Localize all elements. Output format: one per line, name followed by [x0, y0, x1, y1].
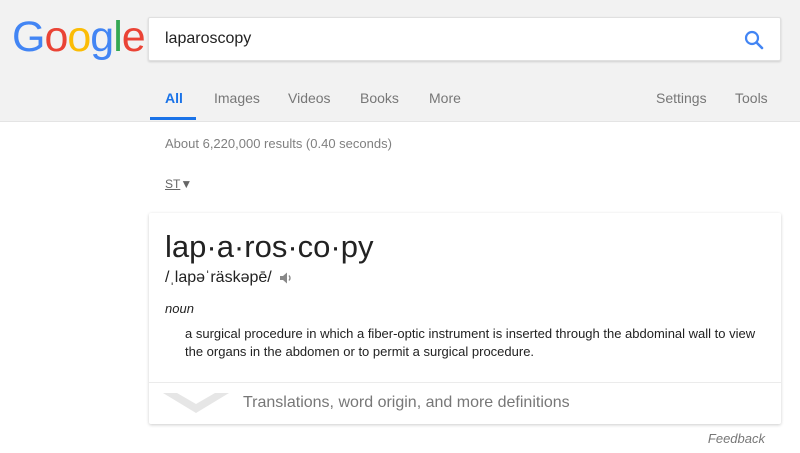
- tab-videos[interactable]: Videos: [288, 90, 331, 106]
- result-stats: About 6,220,000 results (0.40 seconds): [165, 136, 392, 151]
- language-code: ST: [165, 177, 181, 191]
- more-definitions-link[interactable]: Translations, word origin, and more defi…: [243, 394, 570, 412]
- search-tabs: All Images Videos Books More Settings To…: [0, 80, 800, 121]
- logo-letter-2: o: [44, 13, 68, 61]
- phonetic-text: /ˌlapəˈräskəpē/: [165, 269, 272, 286]
- magnifier-icon[interactable]: [742, 28, 766, 52]
- pronunciation-row: /ˌlapəˈräskəpē/: [165, 269, 294, 287]
- chevron-down-icon: [163, 393, 229, 413]
- more-definitions-row[interactable]: Translations, word origin, and more defi…: [149, 383, 781, 424]
- tab-images[interactable]: Images: [214, 90, 260, 106]
- tab-settings[interactable]: Settings: [656, 90, 707, 106]
- definition-text: a surgical procedure in which a fiber-op…: [185, 326, 756, 359]
- logo-letter-5: l: [113, 13, 123, 61]
- logo-letter-1: G: [12, 13, 45, 61]
- logo-letter-6: e: [121, 13, 146, 61]
- tab-books[interactable]: Books: [360, 90, 399, 106]
- tab-more[interactable]: More: [429, 90, 461, 106]
- dictionary-card: lap·a·ros·co·py /ˌlapəˈräskəpē/ noun a s…: [149, 213, 781, 424]
- search-input[interactable]: [149, 18, 725, 60]
- language-toggle[interactable]: ST▼: [165, 177, 192, 191]
- dictionary-word: lap·a·ros·co·py: [165, 229, 374, 264]
- tab-all[interactable]: All: [165, 90, 183, 106]
- dropdown-arrow-icon: ▼: [180, 177, 193, 191]
- feedback-link[interactable]: Feedback: [708, 431, 765, 446]
- search-box: [148, 17, 781, 61]
- logo-letter-4: g: [90, 13, 114, 61]
- google-logo[interactable]: Google: [12, 13, 146, 61]
- speaker-icon[interactable]: [278, 270, 294, 286]
- logo-letter-3: o: [67, 13, 91, 61]
- part-of-speech: noun: [165, 301, 194, 316]
- tab-tools[interactable]: Tools: [735, 90, 768, 106]
- header: Google All Images Videos Books More Sett…: [0, 0, 800, 122]
- active-tab-indicator: [150, 117, 196, 120]
